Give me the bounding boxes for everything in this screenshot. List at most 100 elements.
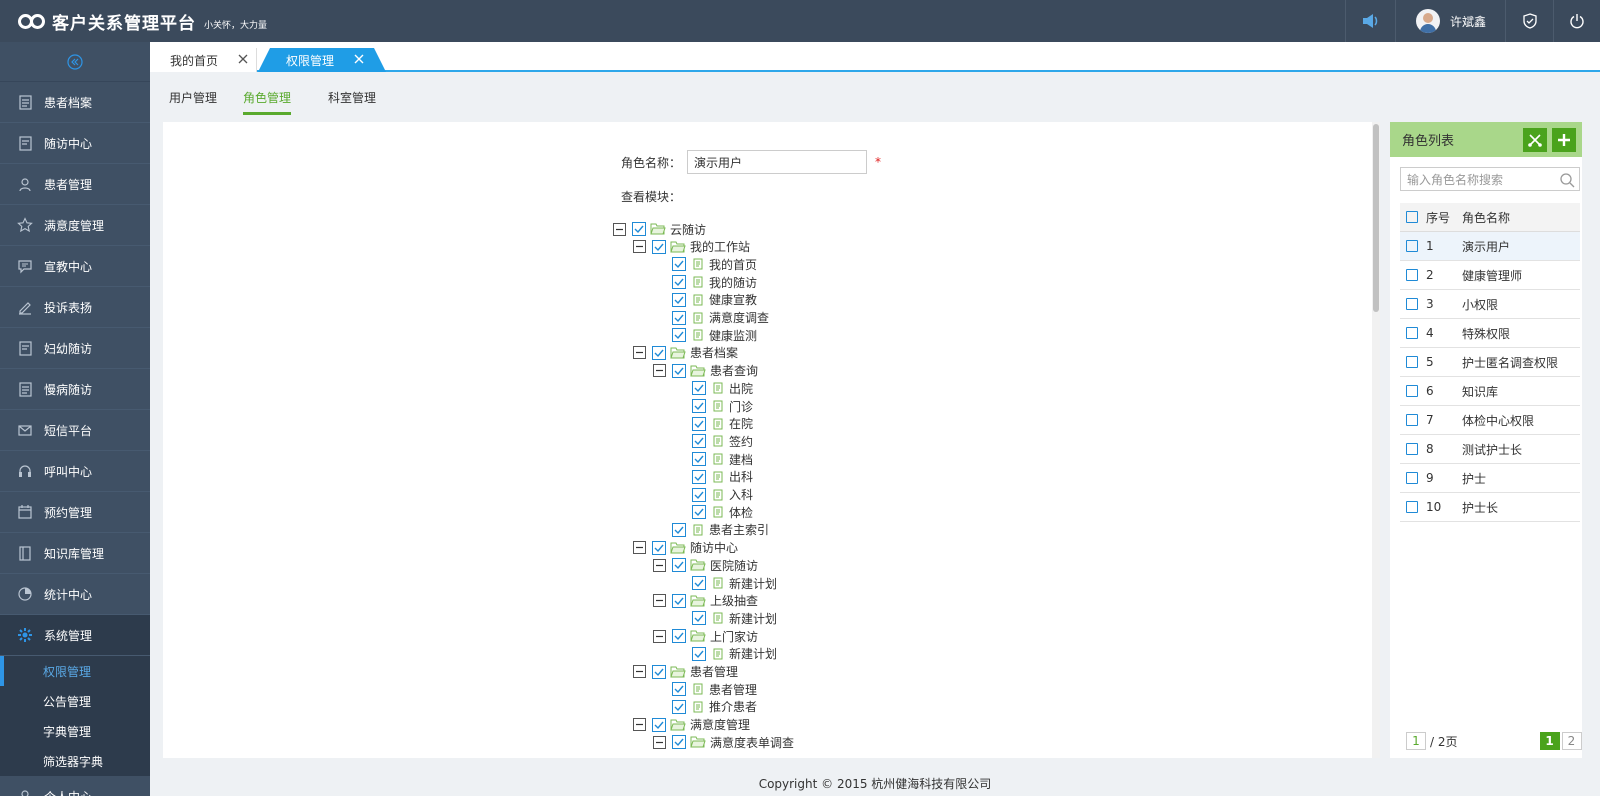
table-row[interactable]: 9 护士 [1400, 464, 1580, 493]
tree-node[interactable]: 患者档案 [633, 344, 738, 362]
user-menu[interactable]: 许斌鑫 [1395, 0, 1505, 42]
sidebar-item[interactable]: 系统管理 [0, 615, 150, 656]
tree-node[interactable]: 体检 [673, 503, 753, 521]
close-icon[interactable] [352, 52, 366, 69]
tree-node[interactable]: 上级抽查 [653, 592, 758, 610]
checked-checkbox-icon[interactable] [672, 363, 686, 378]
tree-node[interactable]: 患者查询 [653, 362, 758, 380]
checked-checkbox-icon[interactable] [672, 629, 686, 644]
batch-edit-button[interactable] [1523, 128, 1547, 152]
collapse-toggle-icon[interactable] [633, 240, 646, 254]
collapse-toggle-icon[interactable] [613, 222, 626, 236]
collapse-toggle-icon[interactable] [633, 665, 646, 678]
sidebar-item[interactable]: 妇幼随访 [0, 328, 150, 369]
row-checkbox[interactable] [1406, 298, 1418, 310]
sidebar-item[interactable]: 满意度管理 [0, 205, 150, 246]
checked-checkbox-icon[interactable] [632, 222, 646, 236]
row-checkbox[interactable] [1406, 414, 1418, 426]
collapse-toggle-icon[interactable] [633, 541, 646, 555]
checked-checkbox-icon[interactable] [652, 717, 666, 732]
table-row[interactable]: 7 体检中心权限 [1400, 406, 1580, 435]
select-all-checkbox[interactable] [1406, 211, 1418, 223]
sidebar-item[interactable]: 个人中心 [0, 776, 150, 796]
logout-button[interactable] [1553, 0, 1600, 42]
collapse-toggle-icon[interactable] [653, 558, 666, 572]
subtab-user-management[interactable]: 用户管理 [169, 89, 217, 112]
sidebar-subitem[interactable]: 字典管理 [0, 716, 150, 746]
table-row[interactable]: 6 知识库 [1400, 377, 1580, 406]
search-icon[interactable] [1559, 172, 1575, 188]
tree-node[interactable]: 满意度表单调查 [653, 733, 794, 751]
security-button[interactable] [1505, 0, 1553, 42]
row-checkbox[interactable] [1406, 327, 1418, 339]
checked-checkbox-icon[interactable] [692, 416, 706, 431]
checked-checkbox-icon[interactable] [692, 399, 706, 413]
collapse-toggle-icon[interactable] [653, 594, 666, 608]
page-input[interactable]: 1 [1406, 732, 1426, 750]
checked-checkbox-icon[interactable] [672, 699, 686, 714]
sidebar-item[interactable]: 患者管理 [0, 164, 150, 205]
checked-checkbox-icon[interactable] [692, 611, 706, 626]
sidebar-collapse-button[interactable] [0, 42, 150, 82]
sidebar-item[interactable]: 呼叫中心 [0, 451, 150, 492]
speaker-button[interactable] [1345, 0, 1395, 42]
tree-node[interactable]: 患者管理 [653, 680, 757, 698]
tree-node[interactable]: 新建计划 [673, 574, 777, 592]
tree-node[interactable]: 我的工作站 [633, 238, 750, 256]
row-checkbox[interactable] [1406, 269, 1418, 281]
checked-checkbox-icon[interactable] [672, 257, 686, 272]
checked-checkbox-icon[interactable] [692, 487, 706, 502]
tree-node[interactable]: 我的首页 [653, 255, 757, 273]
checked-checkbox-icon[interactable] [692, 381, 706, 396]
tree-node[interactable]: 患者管理 [633, 663, 738, 681]
row-checkbox[interactable] [1406, 356, 1418, 368]
checked-checkbox-icon[interactable] [692, 452, 706, 467]
tree-node[interactable]: 入科 [673, 486, 753, 504]
tree-node[interactable]: 上门家访 [653, 627, 758, 645]
tree-node[interactable]: 门诊 [673, 397, 753, 415]
checked-checkbox-icon[interactable] [672, 522, 686, 537]
checked-checkbox-icon[interactable] [672, 558, 686, 573]
tree-node[interactable]: 医院随访 [653, 556, 758, 574]
collapse-toggle-icon[interactable] [633, 346, 646, 360]
sidebar-item[interactable]: 随访中心 [0, 123, 150, 164]
tree-node[interactable]: 随访中心 [633, 539, 738, 557]
table-row[interactable]: 8 测试护士长 [1400, 435, 1580, 464]
tree-node[interactable]: 我的随访 [653, 273, 757, 291]
tab-permissions[interactable]: 权限管理 [258, 48, 386, 72]
checked-checkbox-icon[interactable] [672, 275, 686, 290]
row-checkbox[interactable] [1406, 240, 1418, 252]
subtab-role-management[interactable]: 角色管理 [243, 89, 292, 115]
sidebar-item[interactable]: 宣教中心 [0, 246, 150, 287]
tab-home[interactable]: 我的首页 [150, 48, 257, 72]
collapse-toggle-icon[interactable] [633, 718, 646, 732]
scrollbar-thumb[interactable] [1373, 124, 1379, 312]
checked-checkbox-icon[interactable] [652, 345, 666, 360]
close-icon[interactable] [236, 52, 250, 69]
table-row[interactable]: 4 特殊权限 [1400, 319, 1580, 348]
sidebar-item[interactable]: 预约管理 [0, 492, 150, 533]
tree-node[interactable]: 健康宣教 [653, 291, 757, 309]
checked-checkbox-icon[interactable] [652, 239, 666, 254]
checked-checkbox-icon[interactable] [672, 292, 686, 307]
table-row[interactable]: 10 护士长 [1400, 493, 1580, 522]
tree-node[interactable]: 签约 [673, 432, 753, 450]
tree-node[interactable]: 患者主索引 [653, 521, 769, 539]
add-role-button[interactable] [1552, 128, 1576, 152]
checked-checkbox-icon[interactable] [672, 328, 686, 343]
sidebar-subitem[interactable]: 公告管理 [0, 686, 150, 716]
sidebar-item[interactable]: 知识库管理 [0, 533, 150, 574]
sidebar-subitem[interactable]: 筛选器字典 [0, 746, 150, 776]
page-2-button[interactable]: 2 [1561, 732, 1582, 750]
checked-checkbox-icon[interactable] [672, 735, 686, 750]
tree-node[interactable]: 满意度管理 [633, 716, 750, 734]
sidebar-item[interactable]: 患者档案 [0, 82, 150, 123]
checked-checkbox-icon[interactable] [692, 505, 706, 520]
tree-node[interactable]: 推介患者 [653, 698, 757, 716]
checked-checkbox-icon[interactable] [672, 593, 686, 608]
role-name-input[interactable] [687, 150, 868, 174]
table-row[interactable]: 1 演示用户 [1400, 232, 1580, 261]
tree-node[interactable]: 满意度调查 [653, 309, 769, 327]
row-checkbox[interactable] [1406, 472, 1418, 484]
tree-node[interactable]: 在院 [673, 415, 753, 433]
